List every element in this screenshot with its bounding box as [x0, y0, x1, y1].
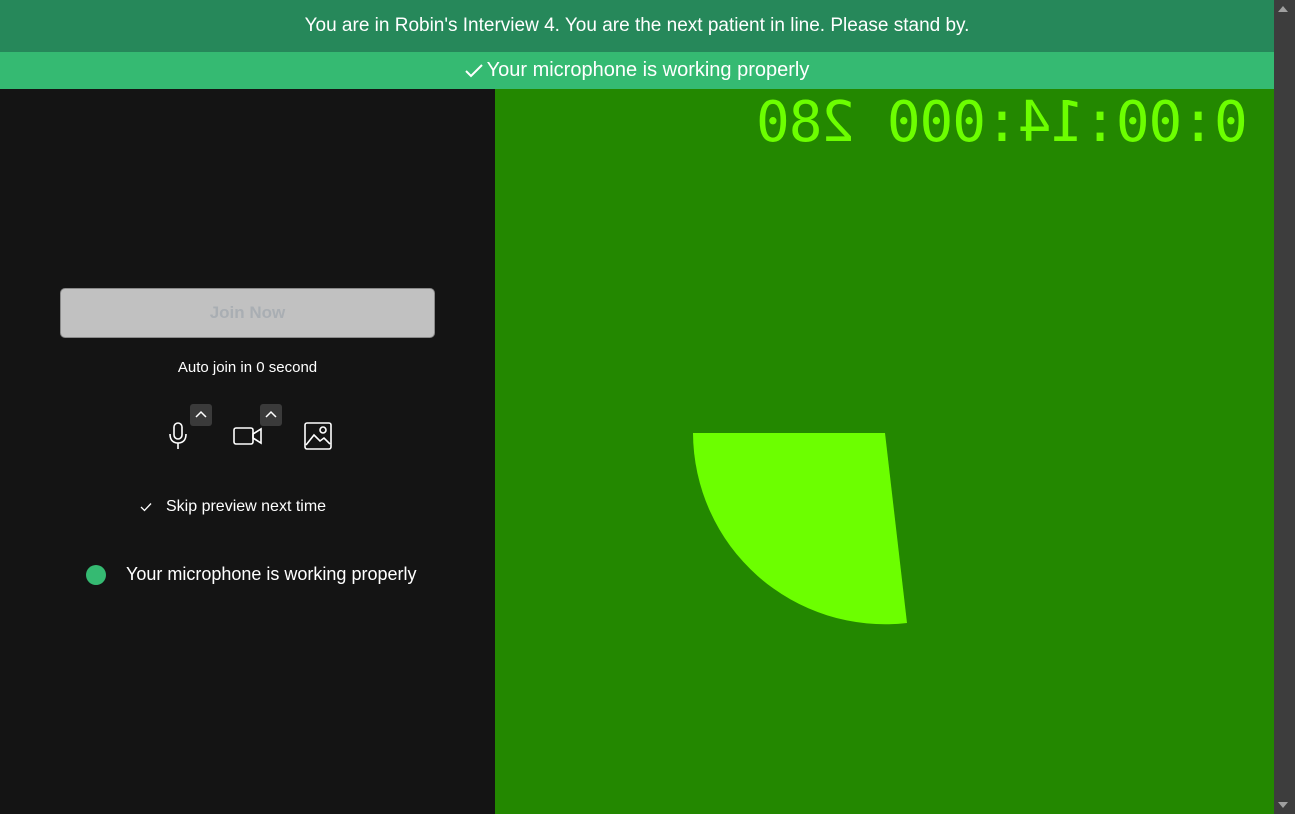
preview-panel: Join Now Auto join in 0 second Skip prev…	[0, 89, 495, 814]
microphone-icon	[167, 421, 189, 455]
camera-options-button[interactable]	[260, 404, 282, 426]
image-icon	[304, 421, 332, 455]
mic-status-banner: Your microphone is working properly	[0, 52, 1274, 89]
chevron-up-icon	[194, 406, 208, 424]
mic-status-banner-text: Your microphone is working properly	[486, 59, 810, 81]
microphone-options-button[interactable]	[190, 404, 212, 426]
mic-test-status-text: Your microphone is working properly	[126, 564, 417, 584]
skip-preview-option[interactable]: Skip preview next time	[140, 498, 326, 516]
chevron-up-icon	[264, 406, 278, 424]
test-pattern-sector	[693, 433, 907, 625]
waiting-room-message: You are in Robin's Interview 4. You are …	[304, 15, 970, 36]
auto-join-countdown: Auto join in 0 second	[177, 359, 318, 376]
camera-toggle-button[interactable]	[233, 424, 263, 452]
scroll-down-arrow-icon[interactable]	[1278, 802, 1288, 808]
video-preview: 0:00:14:000 280	[495, 89, 1274, 814]
join-now-button[interactable]: Join Now	[60, 288, 435, 338]
camera-icon	[233, 425, 263, 452]
waiting-room-banner: You are in Robin's Interview 4. You are …	[0, 0, 1274, 52]
check-icon	[464, 63, 483, 79]
mic-test-status: Your microphone is working properly	[86, 564, 416, 585]
page-scrollbar[interactable]	[1274, 0, 1295, 814]
background-image-button[interactable]	[304, 421, 332, 455]
check-icon	[140, 502, 154, 512]
microphone-toggle-button[interactable]	[164, 421, 192, 455]
skip-preview-label: Skip preview next time	[166, 498, 327, 515]
status-dot	[86, 564, 106, 585]
scroll-up-arrow-icon[interactable]	[1278, 6, 1288, 12]
